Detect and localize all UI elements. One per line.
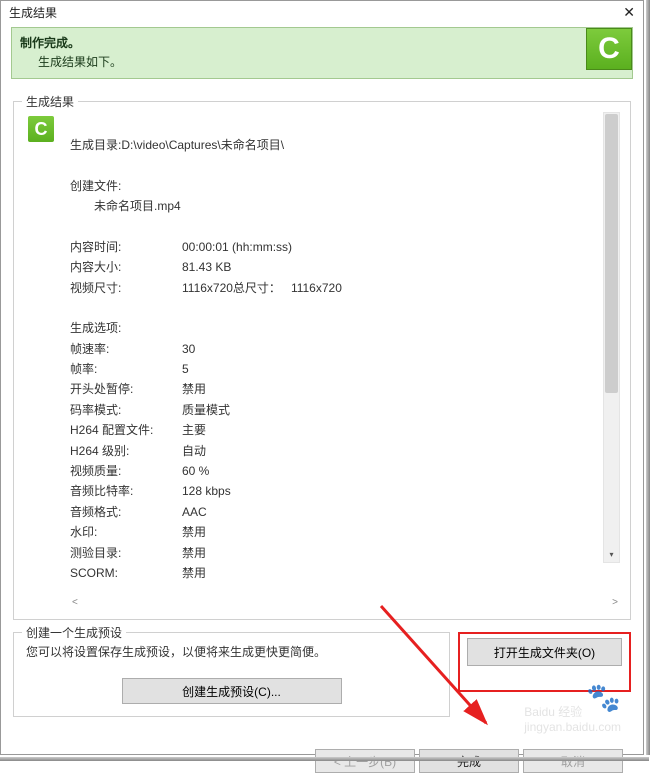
footer-row: < 上一步(B) 完成 取消 bbox=[1, 717, 643, 773]
header-line2: 生成结果如下。 bbox=[20, 53, 122, 72]
created-file-value: 未命名项目.mp4 bbox=[70, 196, 600, 216]
scorm-value: 禁用 bbox=[182, 563, 206, 583]
header-band: 制作完成。 生成结果如下。 C bbox=[11, 27, 633, 79]
window-title: 生成结果 bbox=[9, 4, 57, 21]
vertical-scrollbar[interactable]: ▴ ▾ bbox=[603, 112, 620, 563]
results-fieldset: 生成结果 C 生成目录:D:\video\Captures\未命名项目\ 创建文… bbox=[13, 101, 631, 620]
created-file-label: 创建文件: bbox=[70, 179, 121, 193]
results-scroll-area: 生成目录:D:\video\Captures\未命名项目\ 创建文件: 未命名项… bbox=[62, 110, 622, 589]
create-preset-label: 创建生成预设(C)... bbox=[182, 683, 281, 700]
video-quality-value: 60 % bbox=[182, 461, 209, 481]
scorm-label: SCORM: bbox=[70, 563, 182, 583]
audio-format-label: 音频格式: bbox=[70, 502, 182, 522]
h264-profile-label: H264 配置文件: bbox=[70, 420, 182, 440]
cancel-button: 取消 bbox=[523, 749, 623, 773]
content-time-label: 内容时间: bbox=[70, 237, 182, 257]
gen-options: 生成选项: bbox=[70, 321, 121, 335]
results-content: 生成目录:D:\video\Captures\未命名项目\ 创建文件: 未命名项… bbox=[62, 110, 600, 589]
dir-value: D:\video\Captures\未命名项目\ bbox=[121, 138, 284, 152]
camtasia-small-icon: C bbox=[28, 116, 54, 142]
video-quality-label: 视频质量: bbox=[70, 461, 182, 481]
window-right-edge bbox=[646, 0, 650, 755]
results-icon-col: C bbox=[22, 110, 62, 589]
test-dir-value: 禁用 bbox=[182, 543, 206, 563]
finish-button[interactable]: 完成 bbox=[419, 749, 519, 773]
wm-label: 水印: bbox=[70, 522, 182, 542]
titlebar: 生成结果 ✕ bbox=[1, 1, 643, 23]
scroll-down-icon[interactable]: ▾ bbox=[604, 548, 619, 562]
pause-label: 开头处暂停: bbox=[70, 379, 182, 399]
frame-rate-value: 30 bbox=[182, 339, 195, 359]
audio-format-value: AAC bbox=[182, 502, 207, 522]
finish-label: 完成 bbox=[457, 753, 481, 770]
content-time-value: 00:00:01 (hh:mm:ss) bbox=[182, 237, 292, 257]
preset-legend: 创建一个生成预设 bbox=[22, 624, 126, 641]
audio-bitrate-value: 128 kbps bbox=[182, 481, 231, 501]
open-folder-highlight: 打开生成文件夹(O) bbox=[458, 632, 631, 692]
close-icon[interactable]: ✕ bbox=[619, 3, 639, 21]
scroll-left-icon[interactable]: < bbox=[72, 597, 78, 608]
bitrate-mode-value: 质量模式 bbox=[182, 400, 230, 420]
window-bottom-edge bbox=[0, 757, 649, 761]
frames-label: 帧率: bbox=[70, 359, 182, 379]
h264-level-value: 自动 bbox=[182, 441, 206, 461]
test-dir-label: 测验目录: bbox=[70, 543, 182, 563]
preset-fieldset: 创建一个生成预设 您可以将设置保存生成预设，以便将来生成更快更简便。 创建生成预… bbox=[13, 632, 450, 717]
cancel-label: 取消 bbox=[561, 753, 585, 770]
open-folder-label: 打开生成文件夹(O) bbox=[494, 644, 595, 661]
content-size-label: 内容大小: bbox=[70, 257, 182, 277]
audio-bitrate-label: 音频比特率: bbox=[70, 481, 182, 501]
header-line1: 制作完成。 bbox=[20, 34, 122, 53]
header-text: 制作完成。 生成结果如下。 bbox=[20, 34, 122, 72]
h264-level-label: H264 级别: bbox=[70, 441, 182, 461]
results-legend: 生成结果 bbox=[22, 93, 78, 110]
horizontal-scrollbar[interactable]: < > bbox=[22, 593, 622, 611]
h264-profile-value: 主要 bbox=[182, 420, 206, 440]
preset-desc: 您可以将设置保存生成预设，以便将来生成更快更简便。 bbox=[26, 643, 437, 660]
camtasia-logo-icon: C bbox=[586, 28, 632, 70]
wm-value: 禁用 bbox=[182, 522, 206, 542]
pause-value: 禁用 bbox=[182, 379, 206, 399]
dialog-window: 生成结果 ✕ 制作完成。 生成结果如下。 C 生成结果 C 生成目录:D:\vi… bbox=[0, 0, 644, 755]
back-button: < 上一步(B) bbox=[315, 749, 415, 773]
bitrate-mode-label: 码率模式: bbox=[70, 400, 182, 420]
back-label: < 上一步(B) bbox=[334, 753, 396, 770]
open-folder-button[interactable]: 打开生成文件夹(O) bbox=[467, 638, 622, 666]
scroll-right-icon[interactable]: > bbox=[612, 597, 618, 608]
create-preset-button[interactable]: 创建生成预设(C)... bbox=[122, 678, 342, 704]
video-dim-label: 视频尺寸: bbox=[70, 278, 182, 298]
frame-rate-label: 帧速率: bbox=[70, 339, 182, 359]
frames-value: 5 bbox=[182, 359, 189, 379]
scroll-thumb[interactable] bbox=[605, 114, 618, 392]
video-dim-value: 1116x720总尺寸： 1116x720 bbox=[182, 278, 342, 298]
dir-label: 生成目录: bbox=[70, 138, 121, 152]
content-size-value: 81.43 KB bbox=[182, 257, 231, 277]
